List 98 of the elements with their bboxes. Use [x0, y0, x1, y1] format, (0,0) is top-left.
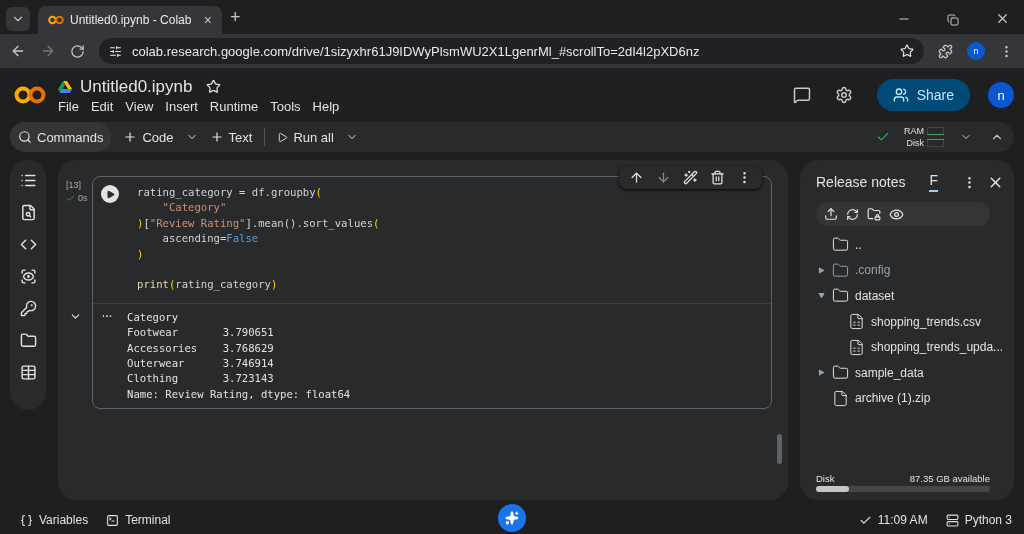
- folder-icon: [832, 261, 849, 279]
- search-icon: [18, 130, 32, 144]
- menu-item[interactable]: View: [125, 98, 154, 114]
- magic-wand-icon[interactable]: [683, 170, 698, 185]
- file-icon: [832, 389, 849, 407]
- tab-title: Untitled0.ipynb - Colab: [70, 13, 193, 27]
- key-icon[interactable]: [19, 300, 37, 317]
- file-name[interactable]: shopping_trends_upda...: [871, 340, 1004, 355]
- back-icon[interactable]: [10, 43, 26, 59]
- extensions-icon[interactable]: [938, 43, 953, 59]
- runtime-status[interactable]: 11:09 AM: [858, 513, 928, 527]
- variables-inspector-icon[interactable]: [19, 268, 37, 285]
- restore-icon[interactable]: [947, 14, 959, 26]
- sparkle-icon: [505, 511, 519, 525]
- colab-logo-icon: [48, 15, 64, 25]
- file-name[interactable]: shopping_trends.csv: [871, 314, 982, 329]
- plus-icon: [123, 130, 138, 144]
- menu-item[interactable]: File: [58, 98, 79, 114]
- check-icon: [66, 193, 75, 203]
- menu-item[interactable]: Help: [312, 98, 340, 114]
- caret-icon[interactable]: [817, 369, 825, 377]
- notebook-title[interactable]: Untitled0.ipynb: [80, 76, 193, 97]
- folder-icon[interactable]: [19, 332, 37, 349]
- tab-list-button[interactable]: [6, 7, 30, 31]
- disk-meter-icon: [927, 139, 944, 147]
- terminal-icon: [106, 513, 120, 527]
- refresh-icon[interactable]: [846, 207, 859, 221]
- panel-tab[interactable]: F: [929, 172, 938, 192]
- disk-available: 87.35 GB available: [909, 473, 990, 484]
- close-icon[interactable]: [995, 11, 1010, 26]
- drive-icon: [58, 80, 72, 93]
- scrollbar[interactable]: [777, 434, 782, 464]
- panel-title: Release notes: [816, 174, 907, 190]
- disk-label: Disk: [906, 137, 924, 149]
- folder-icon: [832, 364, 849, 382]
- move-down-icon[interactable]: [656, 170, 671, 185]
- table-of-contents-icon[interactable]: [19, 172, 37, 189]
- url-text: colab.research.google.com/drive/1sizyxhr61J9IDWyPlsmWU2X1LgenrMl_#scrollTo=2dI4l2pXD6nz: [132, 43, 701, 59]
- play-icon: [105, 189, 115, 199]
- plus-icon: [209, 130, 224, 144]
- move-up-icon[interactable]: [629, 170, 644, 185]
- forward-icon[interactable]: [40, 43, 56, 59]
- braces-icon: [20, 513, 33, 527]
- colab-logo: [14, 85, 46, 105]
- file-name[interactable]: dataset: [855, 289, 895, 303]
- file-name[interactable]: .config: [855, 263, 891, 278]
- variables-button[interactable]: Variables: [20, 513, 89, 527]
- caret-icon[interactable]: [817, 292, 825, 300]
- table-icon[interactable]: [19, 364, 37, 381]
- commands-button[interactable]: Commands: [10, 122, 112, 152]
- folder-icon: [832, 287, 849, 305]
- caret-icon[interactable]: [817, 266, 825, 274]
- settings-icon[interactable]: [834, 86, 853, 104]
- upload-icon[interactable]: [824, 207, 838, 221]
- menu-item[interactable]: Tools: [270, 98, 301, 114]
- connected-check-icon: [876, 130, 890, 144]
- disk-label: Disk: [816, 473, 835, 484]
- add-text-button[interactable]: Text: [201, 122, 261, 152]
- code-editor[interactable]: rating_category = df.groupby( "Category" )["Review Rating"].mean().sort_values( ascending=False ) print(rating_category): [137, 185, 380, 293]
- file-name[interactable]: sample_data: [855, 365, 924, 380]
- eye-icon[interactable]: [889, 206, 904, 222]
- share-button[interactable]: Share: [876, 79, 970, 111]
- add-code-button[interactable]: Code: [115, 122, 182, 152]
- cell-output: Category Footwear 3.790651 Accessories 3.768629 Outerwear 3.746914 Clothing 3.723143 Name: Review Rating, dtype: float64: [127, 309, 351, 402]
- reload-icon[interactable]: [70, 43, 85, 59]
- menu-item[interactable]: Runtime: [209, 98, 259, 114]
- find-icon[interactable]: [19, 204, 37, 221]
- csv-file-icon: [848, 338, 865, 356]
- gemini-button[interactable]: [498, 504, 526, 532]
- run-cell-button[interactable]: [101, 185, 119, 203]
- star-icon[interactable]: [206, 79, 222, 94]
- user-avatar[interactable]: n: [988, 82, 1014, 108]
- server-icon: [945, 513, 959, 527]
- folder-icon: [832, 236, 849, 254]
- csv-file-icon: [848, 313, 865, 331]
- comment-icon[interactable]: [792, 86, 811, 104]
- terminal-button[interactable]: Terminal: [106, 513, 171, 527]
- people-icon: [892, 87, 909, 103]
- execution-time: 0s: [78, 193, 88, 203]
- file-name[interactable]: archive (1).zip: [855, 391, 931, 406]
- site-settings-icon[interactable]: [109, 44, 122, 58]
- mount-drive-icon[interactable]: [867, 207, 881, 221]
- tab-close-button[interactable]: ×: [203, 12, 212, 28]
- ram-label: RAM: [904, 125, 924, 137]
- ram-meter-icon: [927, 127, 944, 135]
- play-icon: [277, 131, 289, 143]
- browser-tab[interactable]: Untitled0.ipynb - Colab ×: [38, 6, 222, 34]
- menu-item[interactable]: Edit: [90, 98, 114, 114]
- execution-count: [13]: [66, 180, 82, 190]
- new-tab-button[interactable]: +: [230, 7, 241, 28]
- menu-item[interactable]: Insert: [165, 98, 198, 114]
- file-name[interactable]: ..: [855, 237, 862, 252]
- runtime-type-button[interactable]: Python 3: [945, 513, 1012, 527]
- run-all-button[interactable]: Run all: [269, 122, 342, 152]
- bookmark-star-icon[interactable]: [900, 44, 914, 58]
- address-bar[interactable]: colab.research.google.com/drive/1sizyxhr61J9IDWyPlsmWU2X1LgenrMl_#scrollTo=2dI4l2pXD6nz: [99, 38, 924, 64]
- delete-icon[interactable]: [710, 170, 725, 185]
- profile-avatar[interactable]: n: [967, 42, 985, 60]
